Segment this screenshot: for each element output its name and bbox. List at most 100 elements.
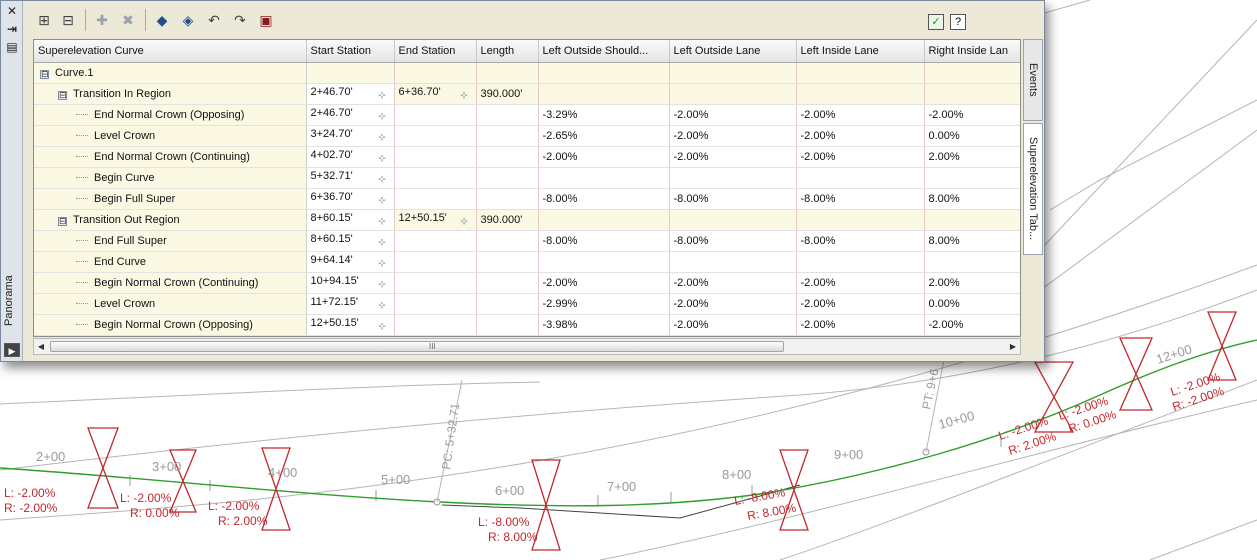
cell-length[interactable] <box>476 230 539 252</box>
cell-end[interactable] <box>394 188 477 210</box>
undo-icon[interactable]: ↶ <box>205 11 223 29</box>
cell-ril[interactable]: 2.00% <box>924 146 1020 168</box>
table-row[interactable]: End Normal Crown (Continuing) ⊹ 4+02.70' -2… <box>34 146 1020 168</box>
cell-los[interactable]: -2.65% <box>538 125 670 147</box>
cell-start[interactable]: ⊹ 11+72.15' <box>306 293 395 315</box>
row-name-cell[interactable]: Level Crown <box>34 293 307 315</box>
cell-lil[interactable] <box>796 209 925 231</box>
pick-station-icon[interactable]: ⊹ <box>377 237 388 248</box>
cell-lol[interactable] <box>669 251 797 273</box>
cell-ril[interactable] <box>924 167 1020 189</box>
cell-los[interactable] <box>538 167 670 189</box>
collapse-icon[interactable]: ⊟ <box>58 216 67 226</box>
cell-length[interactable] <box>476 146 539 168</box>
cell-lol[interactable]: -2.00% <box>669 104 797 126</box>
cell-lol[interactable]: -2.00% <box>669 272 797 294</box>
auto-hide-icon[interactable]: ⇥ <box>4 22 20 36</box>
pick-station-icon[interactable]: ⊹ <box>377 279 388 290</box>
row-name-cell[interactable]: End Normal Crown (Opposing) <box>34 104 307 126</box>
column-header[interactable]: Superelevation Curve <box>34 40 307 63</box>
cell-length[interactable] <box>476 125 539 147</box>
cell-lol[interactable]: -2.00% <box>669 146 797 168</box>
cell-lol[interactable] <box>669 62 797 84</box>
cell-los[interactable]: -8.00% <box>538 188 670 210</box>
scroll-right-icon[interactable]: ▶ <box>1007 340 1019 353</box>
cell-start[interactable]: ⊹ 12+50.15' <box>306 314 395 336</box>
cell-lil[interactable]: -2.00% <box>796 314 925 336</box>
pick-station-icon[interactable]: ⊹ <box>377 90 388 101</box>
cell-start[interactable]: ⊹ 6+36.70' <box>306 188 395 210</box>
cell-length[interactable] <box>476 188 539 210</box>
cell-end[interactable] <box>394 167 477 189</box>
cell-end[interactable] <box>394 125 477 147</box>
pick-station-icon[interactable]: ⊹ <box>377 216 388 227</box>
cell-lil[interactable]: -8.00% <box>796 188 925 210</box>
cell-lol[interactable] <box>669 83 797 105</box>
cell-los[interactable]: -3.98% <box>538 314 670 336</box>
cell-length[interactable] <box>476 62 539 84</box>
cell-lil[interactable]: -8.00% <box>796 230 925 252</box>
row-name-cell[interactable]: End Curve <box>34 251 307 273</box>
row-name-cell[interactable]: Begin Full Super <box>34 188 307 210</box>
cell-ril[interactable]: 2.00% <box>924 272 1020 294</box>
row-name-cell[interactable]: End Normal Crown (Continuing) <box>34 146 307 168</box>
column-header[interactable]: Left Inside Lane <box>796 40 925 63</box>
cell-los[interactable]: -8.00% <box>538 230 670 252</box>
column-header[interactable]: End Station <box>394 40 477 63</box>
cell-start[interactable]: ⊹ 8+60.15' <box>306 209 395 231</box>
cell-start[interactable] <box>306 62 395 84</box>
cell-end[interactable] <box>394 293 477 315</box>
cell-start[interactable]: ⊹ 3+24.70' <box>306 125 395 147</box>
row-name-cell[interactable]: Begin Normal Crown (Opposing) <box>34 314 307 336</box>
cell-lil[interactable]: -2.00% <box>796 272 925 294</box>
redo-icon[interactable]: ↷ <box>231 11 249 29</box>
help-button[interactable]: ? <box>950 14 966 30</box>
table-row[interactable]: Begin Normal Crown (Continuing) ⊹ 10+94.15… <box>34 272 1020 294</box>
column-header[interactable]: Left Outside Should... <box>538 40 670 63</box>
cell-ril[interactable] <box>924 209 1020 231</box>
pick-station-icon[interactable]: ⊹ <box>377 174 388 185</box>
pick-station-icon[interactable]: ⊹ <box>377 132 388 143</box>
edit-curve-icon[interactable]: ◆ <box>153 11 171 29</box>
table-row[interactable]: Level Crown ⊹ 11+72.15' -2.99% -2.00% -2.00% 0… <box>34 293 1020 315</box>
cell-end[interactable] <box>394 314 477 336</box>
collapse-icon[interactable]: ⊟ <box>40 69 49 79</box>
row-name-cell[interactable]: Begin Curve <box>34 167 307 189</box>
row-name-cell[interactable]: Begin Normal Crown (Continuing) <box>34 272 307 294</box>
column-header[interactable]: Length <box>476 40 539 63</box>
cell-start[interactable]: ⊹ 5+32.71' <box>306 167 395 189</box>
table-row[interactable]: ⊟ Transition Out Region ⊹ 8+60.15' ⊹ 12+50.15… <box>34 209 1020 231</box>
horizontal-scrollbar[interactable]: ◀ III ▶ <box>33 338 1021 355</box>
cell-lol[interactable]: -2.00% <box>669 293 797 315</box>
table-row[interactable]: End Full Super ⊹ 8+60.15' -8.00% -8.00% -8.00… <box>34 230 1020 252</box>
cell-end[interactable]: ⊹ 6+36.70' <box>394 83 477 105</box>
settings-icon[interactable]: ▶ <box>4 343 20 357</box>
pick-station-icon[interactable]: ⊹ <box>459 216 470 227</box>
pick-station-icon[interactable]: ⊹ <box>377 195 388 206</box>
table-row[interactable]: Begin Full Super ⊹ 6+36.70' -8.00% -8.00% -8.… <box>34 188 1020 210</box>
collapse-all-icon[interactable]: ⊟ <box>59 11 77 29</box>
cell-end[interactable] <box>394 104 477 126</box>
cell-lil[interactable] <box>796 167 925 189</box>
pick-station-icon[interactable]: ⊹ <box>377 258 388 269</box>
cell-lol[interactable]: -8.00% <box>669 188 797 210</box>
cell-los[interactable] <box>538 83 670 105</box>
cell-start[interactable]: ⊹ 2+46.70' <box>306 104 395 126</box>
cell-los[interactable]: -3.29% <box>538 104 670 126</box>
cell-end[interactable] <box>394 272 477 294</box>
cell-start[interactable]: ⊹ 2+46.70' <box>306 83 395 105</box>
cell-length[interactable] <box>476 251 539 273</box>
cell-start[interactable]: ⊹ 8+60.15' <box>306 230 395 252</box>
table-row[interactable]: Begin Normal Crown (Opposing) ⊹ 12+50.15' -… <box>34 314 1020 336</box>
row-name-cell[interactable]: End Full Super <box>34 230 307 252</box>
edit-region-icon[interactable]: ◈ <box>179 11 197 29</box>
cell-ril[interactable]: 8.00% <box>924 188 1020 210</box>
tab-superelevation[interactable]: Superelevation Tab... <box>1023 123 1043 255</box>
cell-start[interactable]: ⊹ 4+02.70' <box>306 146 395 168</box>
cell-los[interactable] <box>538 251 670 273</box>
cell-end[interactable] <box>394 230 477 252</box>
cell-los[interactable] <box>538 62 670 84</box>
cell-ril[interactable]: 8.00% <box>924 230 1020 252</box>
cell-lil[interactable]: -2.00% <box>796 125 925 147</box>
cell-lol[interactable] <box>669 167 797 189</box>
